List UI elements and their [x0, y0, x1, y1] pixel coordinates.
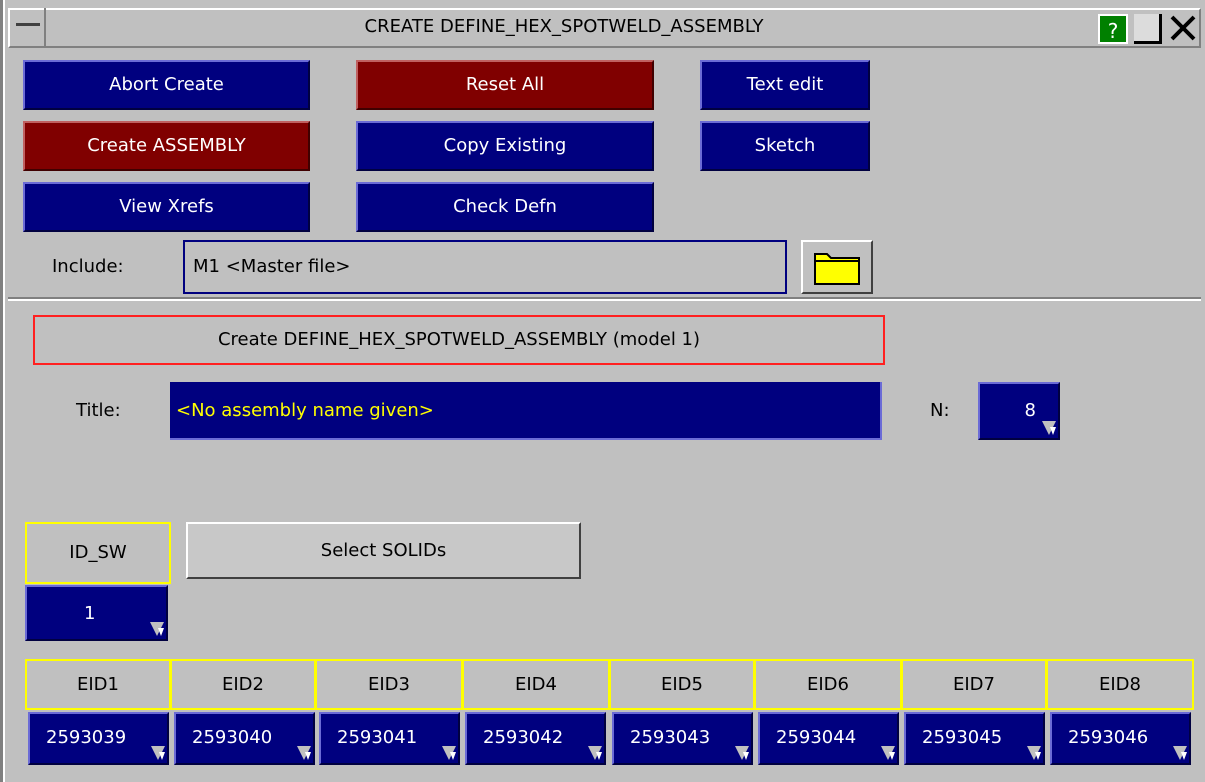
- dropdown-corner-icon: [442, 746, 456, 760]
- sketch-button[interactable]: Sketch: [700, 121, 870, 171]
- browse-include-button[interactable]: [801, 240, 873, 294]
- eid3-value-field[interactable]: 2593041: [319, 712, 460, 765]
- copy-existing-button[interactable]: Copy Existing: [356, 121, 654, 171]
- eid2-header: EID2: [170, 659, 316, 710]
- dropdown-corner-icon: [1173, 746, 1187, 760]
- id-sw-value: 1: [84, 603, 96, 624]
- eid1-value: 2593039: [46, 727, 127, 748]
- dropdown-corner-icon: [297, 746, 311, 760]
- eid6-value: 2593044: [776, 727, 857, 748]
- include-field[interactable]: M1 <Master file>: [183, 240, 787, 294]
- eid7-value-field[interactable]: 2593045: [904, 712, 1045, 765]
- dropdown-corner-icon: [151, 746, 165, 760]
- eid8-header: EID8: [1046, 659, 1194, 710]
- eid1-header: EID1: [25, 659, 171, 710]
- dropdown-corner-icon: [1027, 746, 1041, 760]
- eid8-value-field[interactable]: 2593046: [1050, 712, 1191, 765]
- text-edit-button[interactable]: Text edit: [700, 60, 870, 110]
- eid5-header: EID5: [609, 659, 755, 710]
- abort-create-button[interactable]: Abort Create: [23, 60, 310, 110]
- select-solids-button[interactable]: Select SOLIDs: [186, 522, 581, 579]
- title-input[interactable]: <No assembly name given>: [170, 382, 882, 440]
- dropdown-corner-icon: [735, 746, 749, 760]
- eid8-value: 2593046: [1068, 727, 1149, 748]
- id-sw-header: ID_SW: [25, 522, 171, 584]
- create-assembly-button[interactable]: Create ASSEMBLY: [23, 121, 310, 171]
- section-divider-highlight: [8, 299, 1201, 301]
- n-value: 8: [1024, 400, 1036, 421]
- system-menu-button[interactable]: [10, 8, 46, 46]
- eid5-value-field[interactable]: 2593043: [612, 712, 753, 765]
- eid4-header: EID4: [462, 659, 610, 710]
- eid2-value: 2593040: [192, 727, 273, 748]
- eid6-header: EID6: [754, 659, 902, 710]
- dropdown-corner-icon: [881, 746, 895, 760]
- eid6-value-field[interactable]: 2593044: [758, 712, 899, 765]
- eid7-header: EID7: [901, 659, 1047, 710]
- eid4-value: 2593042: [483, 727, 564, 748]
- window-title: CREATE DEFINE_HEX_SPOTWELD_ASSEMBLY: [364, 16, 764, 37]
- minimize-button[interactable]: [1134, 14, 1162, 44]
- n-value-field[interactable]: 8: [978, 382, 1060, 440]
- dropdown-corner-icon: [588, 746, 602, 760]
- form-header: Create DEFINE_HEX_SPOTWELD_ASSEMBLY (mod…: [33, 315, 885, 365]
- eid4-value-field[interactable]: 2593042: [465, 712, 606, 765]
- eid2-value-field[interactable]: 2593040: [174, 712, 315, 765]
- window-border-highlight: [3, 0, 5, 782]
- close-icon: [1170, 15, 1196, 41]
- check-defn-button[interactable]: Check Defn: [356, 182, 654, 232]
- n-label: N:: [930, 400, 950, 421]
- system-menu-icon: [16, 23, 40, 26]
- id-sw-value-field[interactable]: 1: [25, 585, 168, 641]
- dropdown-corner-icon: [1042, 421, 1056, 435]
- eid1-value-field[interactable]: 2593039: [28, 712, 169, 765]
- dropdown-corner-icon: [150, 622, 164, 636]
- help-button[interactable]: ?: [1098, 14, 1128, 44]
- eid7-value: 2593045: [922, 727, 1003, 748]
- close-button[interactable]: [1166, 10, 1200, 46]
- reset-all-button[interactable]: Reset All: [356, 60, 654, 110]
- eid3-header: EID3: [315, 659, 463, 710]
- view-xrefs-button[interactable]: View Xrefs: [23, 182, 310, 232]
- eid5-value: 2593043: [630, 727, 711, 748]
- include-label: Include:: [52, 256, 124, 277]
- folder-icon: [814, 253, 860, 285]
- eid3-value: 2593041: [337, 727, 418, 748]
- title-label: Title:: [76, 400, 121, 421]
- dialog-window: CREATE DEFINE_HEX_SPOTWELD_ASSEMBLY ? Ab…: [0, 0, 1205, 782]
